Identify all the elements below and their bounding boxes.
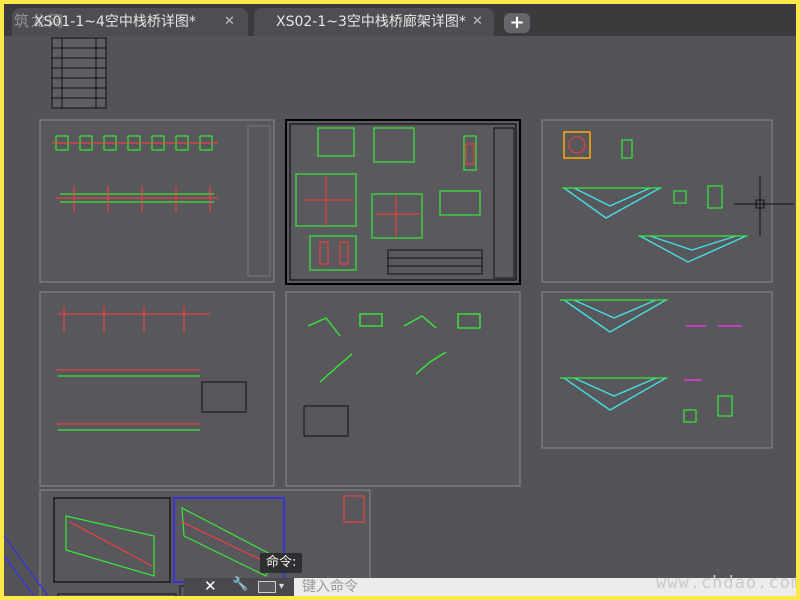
command-prompt-icon[interactable] (258, 581, 276, 593)
drawing-sheet-4[interactable] (39, 291, 275, 487)
command-toolbar: ✕ 🔧 ▾ (184, 577, 294, 596)
close-icon[interactable]: ✕ (204, 577, 217, 595)
drawing-sheet-5[interactable] (285, 291, 521, 487)
watermark: www.chdao.com (656, 573, 796, 593)
tab-xs02[interactable]: XS02-1~3空中栈桥廊架详图* ✕ (254, 8, 494, 36)
plus-icon[interactable]: + (504, 13, 530, 33)
cad-window: XS01-1~4空中栈桥详图* ✕ XS02-1~3空中栈桥廊架详图* ✕ + … (4, 4, 796, 596)
file-tab-bar: XS01-1~4空中栈桥详图* ✕ XS02-1~3空中栈桥廊架详图* ✕ + … (4, 4, 796, 36)
site-logo: 筑龙网 (14, 12, 66, 30)
drawing-sheet-3[interactable] (541, 119, 794, 283)
command-input[interactable] (302, 578, 602, 596)
drawing-sheet-1[interactable] (39, 119, 275, 283)
tab-xs02-label: XS02-1~3空中栈桥廊架详图* (276, 14, 466, 30)
close-icon[interactable]: ✕ (472, 8, 483, 36)
drawing-sheet-2[interactable] (285, 119, 521, 285)
drawing-sheet-6[interactable] (541, 291, 773, 449)
close-icon[interactable]: ✕ (224, 8, 235, 36)
wrench-icon[interactable]: 🔧 (232, 577, 248, 592)
drawing-canvas[interactable] (4, 36, 796, 596)
schedule-table (51, 37, 107, 109)
dropdown-arrow-icon[interactable]: ▾ (279, 578, 284, 596)
command-tooltip: 命令: (260, 553, 303, 573)
